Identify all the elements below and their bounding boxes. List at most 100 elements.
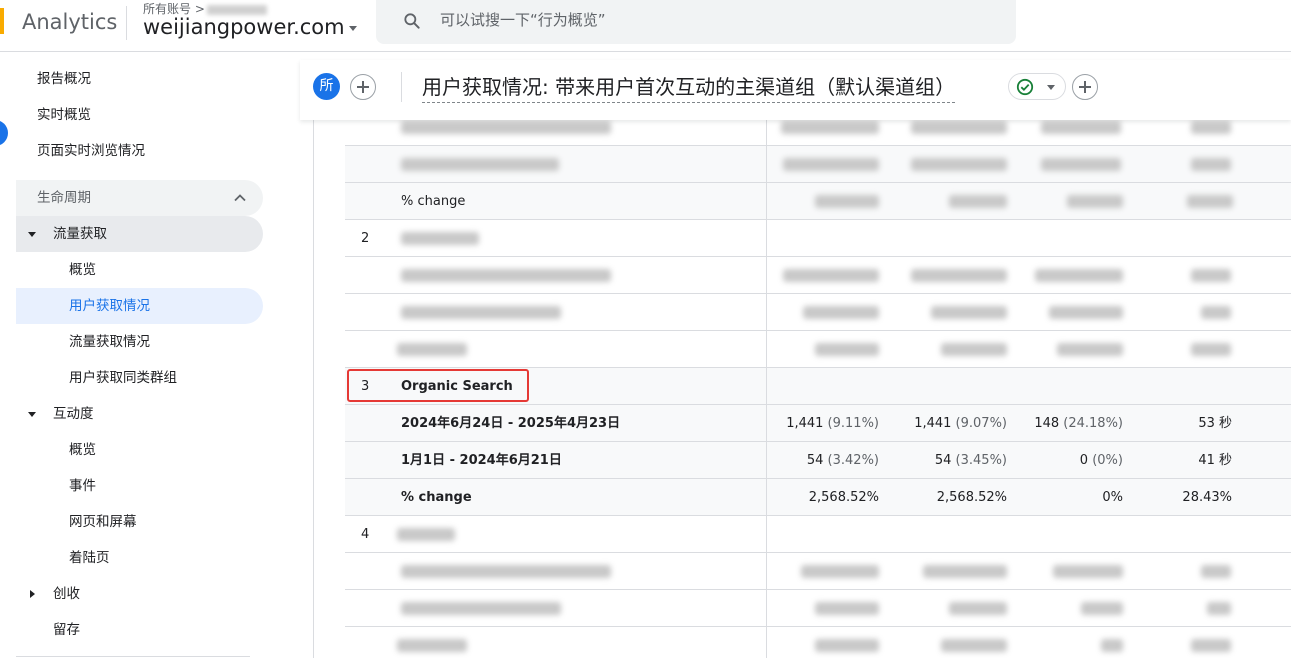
percent: (9.07%) <box>955 416 1007 431</box>
percent: (0%) <box>1092 453 1123 468</box>
redacted-cell <box>1057 343 1123 356</box>
nav-item-traffic-acquisition[interactable]: 流量获取情况 <box>16 324 263 360</box>
column-divider <box>766 405 767 442</box>
nav-item-landing-page[interactable]: 着陆页 <box>16 540 263 576</box>
nav-item-acquisition-overview[interactable]: 概览 <box>16 252 263 288</box>
value: 0 <box>1079 453 1089 468</box>
table-row: 2024年6月24日 - 2025年4月23日 1,441 (9.11%) 1,… <box>345 405 1291 442</box>
search-icon <box>404 13 420 29</box>
property-name: weijiangpower.com <box>143 15 345 39</box>
redacted-cell <box>1041 121 1121 134</box>
column-divider <box>766 183 767 220</box>
nav-label: 用户获取情况 <box>69 298 150 314</box>
property-selector[interactable]: weijiangpower.com <box>143 15 357 39</box>
table-row: % change <box>345 183 1291 220</box>
nav-item-pages-screens[interactable]: 网页和屏幕 <box>16 504 263 540</box>
engaged-sessions-cell: 0% <box>1102 490 1123 505</box>
redacted-cell <box>1101 639 1123 652</box>
search-bar[interactable] <box>376 0 1016 44</box>
table-row: 1月1日 - 2024年6月21日 54 (3.42%) 54 (3.45%) … <box>345 442 1291 479</box>
redacted-cell <box>397 639 467 652</box>
add-comparison-button[interactable] <box>350 74 376 100</box>
nav-label: 流量获取 <box>53 226 107 242</box>
chevron-up-icon <box>234 194 246 202</box>
nav-item-user-acquisition[interactable]: 用户获取情况 <box>16 288 263 324</box>
redacted-cell <box>911 269 1007 282</box>
nav-label: 着陆页 <box>69 550 110 566</box>
table-row <box>345 553 1291 590</box>
nav-item-acquisition[interactable]: 流量获取 <box>16 216 263 252</box>
redacted-cell <box>911 121 1007 134</box>
table-row: % change 2,568.52% 2,568.52% 0% 28.43% <box>345 479 1291 516</box>
redacted-cell <box>401 121 611 134</box>
report-status-button[interactable] <box>1008 73 1066 100</box>
redacted-cell <box>1207 602 1231 615</box>
account-crumb-label: 所有账号 > <box>143 2 205 16</box>
nav-item-user-acquisition-cohort[interactable]: 用户获取同类群组 <box>16 360 263 396</box>
nav-item-retention[interactable]: 留存 <box>16 612 263 648</box>
redacted-cell <box>1049 306 1123 319</box>
redacted-cell <box>1201 565 1231 578</box>
nav-label: 页面实时浏览情况 <box>37 143 145 159</box>
redacted-cell <box>815 343 879 356</box>
nav-label: 事件 <box>69 478 96 494</box>
nav-label: 实时概览 <box>37 107 91 123</box>
nav-label: 概览 <box>69 442 96 458</box>
engaged-sessions-cell: 148 (24.18%) <box>1034 405 1123 442</box>
redacted-cell <box>931 306 1007 319</box>
change-label: % change <box>401 490 472 505</box>
redacted-cell <box>949 195 1007 208</box>
redacted-cell <box>1067 195 1123 208</box>
redacted-cell <box>1201 306 1231 319</box>
analytics-logo <box>0 8 4 34</box>
comparison-all-badge[interactable]: 所 <box>313 73 340 100</box>
redacted-cell <box>401 602 561 615</box>
nav-item-realtime-overview[interactable]: 实时概览 <box>16 97 263 133</box>
add-filter-button[interactable] <box>1072 74 1098 100</box>
nav-section-lifecycle[interactable]: 生命周期 <box>16 180 263 216</box>
redacted-cell <box>397 528 455 541</box>
value: 1,441 <box>914 416 952 431</box>
redacted-cell <box>1191 343 1231 356</box>
value: 54 <box>806 453 824 468</box>
nav-item-events[interactable]: 事件 <box>16 468 263 504</box>
redacted-cell <box>1191 639 1231 652</box>
redacted-cell <box>1041 158 1121 171</box>
nav-item-engagement[interactable]: 互动度 <box>16 396 263 432</box>
nav-rail-indicator[interactable] <box>0 120 8 146</box>
nav-item-engagement-overview[interactable]: 概览 <box>16 432 263 468</box>
engaged-sessions-cell: 0 (0%) <box>1080 442 1123 479</box>
redacted-cell <box>1191 269 1231 282</box>
new-users-cell: 2,568.52% <box>936 490 1007 505</box>
nav-item-report-snapshot[interactable]: 报告概况 <box>16 61 263 97</box>
column-divider <box>766 220 767 257</box>
column-divider <box>766 479 767 516</box>
expand-down-icon <box>28 412 36 417</box>
column-divider <box>766 553 767 590</box>
new-users-cell: 1,441 (9.07%) <box>914 405 1007 442</box>
table-row <box>345 590 1291 627</box>
search-input[interactable] <box>440 9 980 31</box>
page-title[interactable]: 用户获取情况: 带来用户首次互动的主渠道组（默认渠道组） <box>422 71 956 103</box>
caret-down-icon <box>348 25 357 31</box>
redacted-cell <box>401 269 611 282</box>
nav-item-monetization[interactable]: 创收 <box>16 576 263 612</box>
table-row: 4 <box>345 516 1291 553</box>
nav-item-realtime-pages[interactable]: 页面实时浏览情况 <box>16 133 263 169</box>
caret-down-icon <box>1047 85 1055 90</box>
expand-down-icon <box>28 232 36 237</box>
redacted-cell <box>1053 565 1123 578</box>
nav-label: 用户获取同类群组 <box>69 370 177 386</box>
percent: (3.45%) <box>955 453 1007 468</box>
nav-label: 生命周期 <box>37 190 91 206</box>
nav-label: 流量获取情况 <box>69 334 150 350</box>
redacted-cell <box>781 121 879 134</box>
report-header: 所 用户获取情况: 带来用户首次互动的主渠道组（默认渠道组） <box>300 60 1291 120</box>
redacted-cell <box>1191 121 1231 134</box>
column-divider <box>766 627 767 658</box>
redacted-cell <box>941 343 1007 356</box>
column-divider <box>766 590 767 627</box>
redacted-cell <box>801 565 879 578</box>
column-divider <box>766 331 767 368</box>
redacted-cell <box>911 158 1007 171</box>
